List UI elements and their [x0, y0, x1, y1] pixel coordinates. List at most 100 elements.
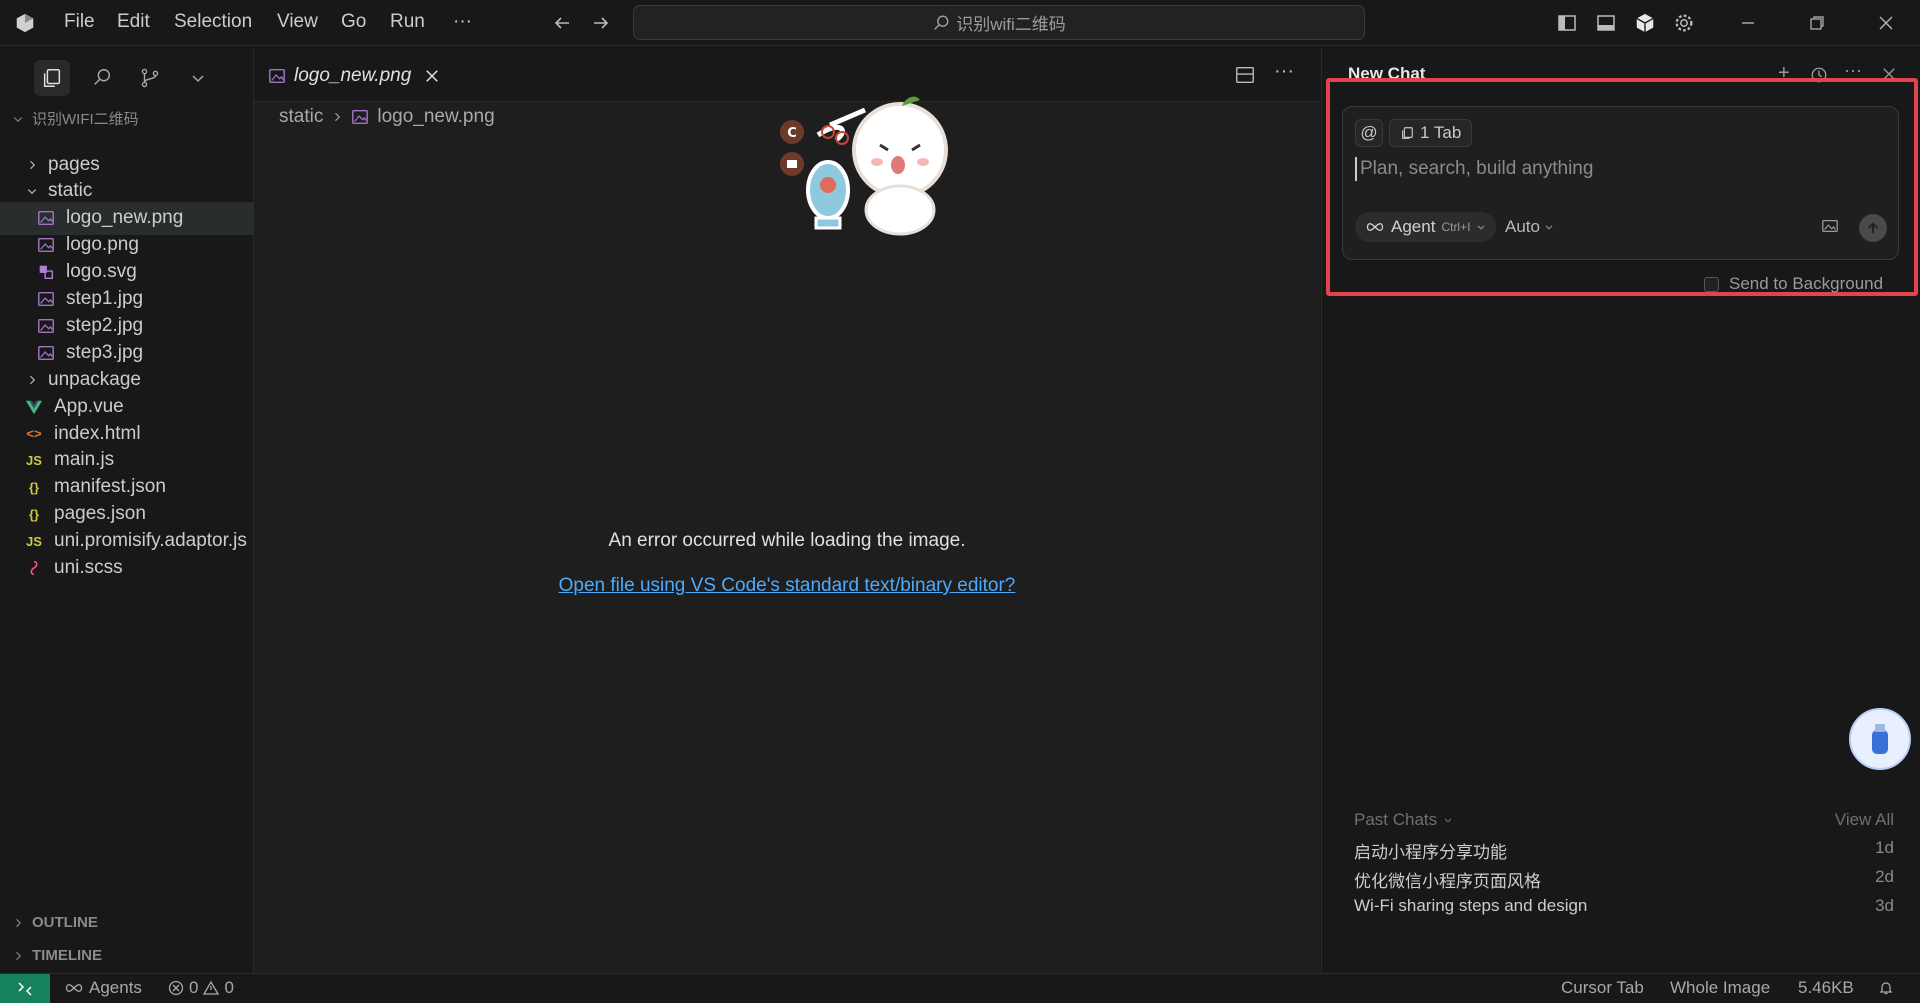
tree-item-label: uni.scss	[54, 557, 123, 578]
send-to-background-label: Send to Background	[1729, 274, 1884, 293]
menu-more[interactable]: ···	[453, 11, 472, 33]
command-center-search[interactable]: 识别wifi二维码	[633, 5, 1365, 40]
search-icon	[934, 15, 949, 30]
open-with-text-editor-link[interactable]: Open file using VS Code's standard text/…	[254, 575, 1320, 597]
close-tab-icon[interactable]	[425, 69, 439, 83]
past-chat-age: 3d	[1875, 896, 1894, 915]
floating-assistant-button[interactable]	[1849, 708, 1911, 770]
editor-tab-logo-new[interactable]: logo_new.png	[268, 58, 439, 94]
js-file-icon: JS	[26, 452, 42, 468]
back-arrow-icon[interactable]	[549, 10, 575, 36]
warning-icon	[203, 980, 220, 995]
past-chat-item[interactable]: 启动小程序分享功能 1d	[1354, 838, 1894, 863]
chevron-right-icon	[24, 159, 40, 171]
close-window-icon[interactable]	[1873, 10, 1899, 36]
explorer-root-label: 识别WIFI二维码	[32, 111, 139, 128]
agents-status[interactable]: Agents	[64, 978, 142, 998]
tree-item-label: pages.json	[54, 503, 146, 525]
at-sign-icon: @	[1360, 123, 1378, 142]
search-tab-icon[interactable]	[84, 60, 120, 96]
tree-item-label: static	[48, 180, 93, 202]
scss-file-icon	[24, 558, 44, 578]
chevron-down-icon	[1545, 225, 1553, 230]
menu-edit[interactable]: Edit	[117, 11, 150, 33]
breadcrumb-folder[interactable]: static	[279, 106, 323, 128]
settings-gear-icon[interactable]	[1671, 10, 1697, 36]
remote-indicator[interactable]	[0, 974, 50, 1003]
image-file-icon	[36, 316, 56, 336]
more-actions-icon[interactable]: ···	[1274, 60, 1294, 83]
image-file-icon	[36, 343, 56, 363]
outline-section[interactable]: OUTLINE	[12, 914, 98, 931]
chevron-down-icon	[24, 185, 40, 197]
image-file-icon	[36, 235, 56, 255]
agents-label: Agents	[89, 978, 142, 997]
send-button[interactable]	[1859, 214, 1887, 242]
menu-run[interactable]: Run	[390, 11, 425, 33]
tree-item-label: App.vue	[54, 395, 124, 417]
tree-item-label: step1.jpg	[66, 288, 144, 309]
problems-status[interactable]: 0 0	[168, 978, 234, 998]
tree-item-label: index.html	[54, 422, 141, 444]
tree-item-label: manifest.json	[54, 476, 166, 498]
agent-mode-dropdown[interactable]: Agent Ctrl+I	[1355, 212, 1497, 242]
past-chat-age: 1d	[1875, 838, 1894, 857]
tree-item-uni-scss[interactable]: uni.scss	[0, 552, 254, 585]
mention-button[interactable]: @	[1355, 119, 1383, 147]
js-file-icon: JS	[26, 533, 42, 549]
tab-label: logo_new.png	[294, 65, 412, 86]
menu-selection[interactable]: Selection	[174, 11, 252, 33]
cursor-cube-icon[interactable]	[1632, 10, 1658, 36]
source-control-tab-icon[interactable]	[132, 60, 168, 96]
model-label: Auto	[1505, 217, 1540, 236]
agent-shortcut: Ctrl+I	[1441, 220, 1471, 234]
chat-composer: @ 1 Tab Plan, search, build anything Age…	[1342, 106, 1899, 260]
past-chats-label: Past Chats	[1354, 810, 1438, 829]
usb-drive-icon	[1872, 724, 1888, 754]
chevron-right-icon	[16, 951, 22, 960]
menu-go[interactable]: Go	[341, 11, 366, 33]
menu-view[interactable]: View	[277, 11, 318, 33]
arrow-up-icon	[1868, 222, 1878, 234]
toggle-panel-icon[interactable]	[1593, 10, 1619, 36]
error-count: 0	[189, 978, 199, 997]
zoom-status[interactable]: Whole Image	[1670, 978, 1770, 998]
svg-file-icon	[36, 262, 56, 282]
menu-file[interactable]: File	[64, 11, 95, 33]
past-chat-title: 优化微信小程序页面风格	[1354, 872, 1541, 891]
model-dropdown[interactable]: Auto	[1505, 217, 1554, 237]
chat-input[interactable]: Plan, search, build anything	[1355, 157, 1875, 181]
breadcrumb-file[interactable]: logo_new.png	[377, 106, 494, 128]
forward-arrow-icon[interactable]	[588, 10, 614, 36]
attach-image-icon[interactable]	[1821, 217, 1839, 240]
past-chats-toggle[interactable]: Past Chats	[1354, 810, 1453, 830]
explorer-root-folder[interactable]: 识别WIFI二维码	[12, 108, 139, 129]
status-bar: Agents 0 0 Cursor Tab Whole Image 5.46KB	[0, 973, 1920, 1003]
context-tab-chip[interactable]: 1 Tab	[1389, 119, 1473, 147]
chevron-down-icon[interactable]	[180, 60, 216, 96]
send-to-background-checkbox[interactable]: Send to Background	[1704, 274, 1883, 294]
notifications-bell-icon[interactable]	[1878, 980, 1894, 996]
past-chat-age: 2d	[1875, 867, 1894, 886]
past-chat-item[interactable]: 优化微信小程序页面风格 2d	[1354, 867, 1894, 892]
image-file-icon	[352, 109, 369, 125]
cursor-tab-status[interactable]: Cursor Tab	[1561, 978, 1644, 998]
past-chat-item[interactable]: Wi-Fi sharing steps and design 3d	[1354, 896, 1894, 916]
restore-icon[interactable]	[1804, 10, 1830, 36]
chat-panel: New Chat + ··· @ 1 Tab Plan, search, bui…	[1321, 48, 1920, 973]
toggle-sidebar-icon[interactable]	[1554, 10, 1580, 36]
tree-item-label: step2.jpg	[66, 314, 144, 336]
tree-item-label: step3.jpg	[66, 341, 144, 363]
split-editor-icon[interactable]	[1234, 64, 1256, 91]
agent-label: Agent	[1391, 217, 1436, 236]
minimize-icon[interactable]	[1735, 10, 1761, 36]
chevron-down-icon	[13, 116, 23, 122]
view-all-link[interactable]: View All	[1835, 810, 1894, 830]
checkbox-box	[1704, 276, 1719, 292]
vue-file-icon	[24, 397, 44, 417]
explorer-tab-icon[interactable]	[34, 60, 70, 96]
image-file-icon	[36, 289, 56, 309]
explorer-sidebar: 识别WIFI二维码 pages static logo_new.png logo.pn…	[0, 48, 254, 973]
timeline-section[interactable]: TIMELINE	[12, 947, 102, 964]
search-text: 识别wifi二维码	[956, 15, 1066, 34]
